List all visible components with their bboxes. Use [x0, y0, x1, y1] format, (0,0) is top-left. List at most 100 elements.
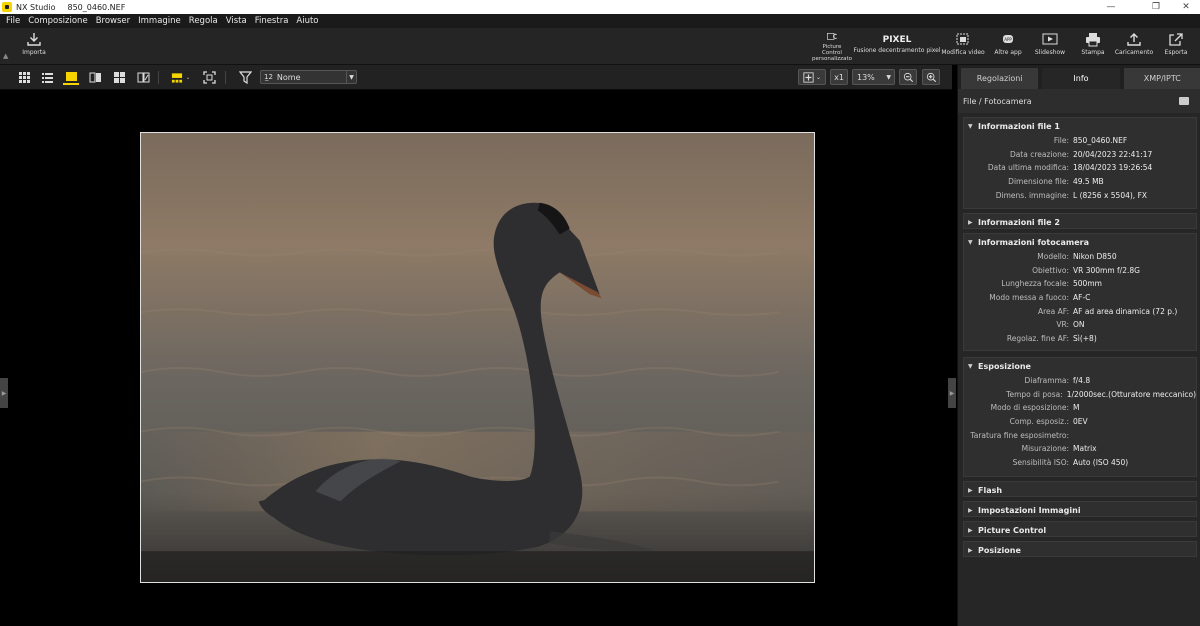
- section-header[interactable]: ▼ Informazioni fotocamera: [964, 234, 1196, 250]
- pixel-badge: PIXEL: [882, 35, 912, 45]
- menu-file[interactable]: File: [0, 16, 24, 26]
- section-file-info-2: ▶ Informazioni file 2: [963, 213, 1197, 229]
- other-apps-label: Altre app: [994, 49, 1022, 56]
- pixel-shift-button[interactable]: PIXEL Fusione decentramento pixel: [853, 32, 941, 62]
- filmstrip-dropdown-icon[interactable]: ⌄: [168, 70, 194, 85]
- section-image-settings: ▶ Impostazioni Immagini: [963, 501, 1197, 517]
- tab-xmp-iptc[interactable]: XMP/IPTC: [1123, 68, 1200, 89]
- printer-icon: [1086, 33, 1100, 47]
- print-button[interactable]: Stampa: [1078, 32, 1108, 62]
- app-name: NX Studio: [16, 2, 56, 12]
- upload-icon: [1127, 33, 1141, 46]
- info-row: Sensibilità ISO: Auto (ISO 450): [1012, 457, 1129, 467]
- list-view-icon[interactable]: [39, 70, 55, 85]
- upload-button[interactable]: Caricamento: [1114, 32, 1154, 62]
- info-row: Misurazione: Matrix: [1021, 444, 1097, 454]
- expanded-triangle-icon: ▼: [968, 362, 973, 370]
- section-exposure: ▼ Esposizione Diaframma: f/4.8 Tempo di po…: [963, 357, 1197, 477]
- movie-edit-icon: [956, 33, 969, 45]
- maximize-button[interactable]: ❐: [1142, 0, 1170, 14]
- slideshow-button[interactable]: Slideshow: [1033, 32, 1067, 62]
- tab-regolazioni[interactable]: Regolazioni: [961, 68, 1039, 89]
- zoom-chevron-icon: ▼: [886, 73, 891, 81]
- menu-regola[interactable]: Regola: [185, 16, 222, 26]
- section-header[interactable]: ▶ Impostazioni Immagini: [964, 502, 1196, 518]
- zoom-in-icon: [926, 72, 936, 82]
- add-frame-icon: [803, 71, 814, 83]
- info-panel: Regolazioni Info XMP/IPTC File / Fotocam…: [957, 65, 1200, 626]
- chevron-down-icon: ▼: [346, 71, 356, 83]
- menu-finestra[interactable]: Finestra: [251, 16, 293, 26]
- info-row: Tempo di posa: 1/2000sec.(Otturatore mecc…: [1006, 389, 1196, 399]
- zoom-in-button[interactable]: [922, 69, 940, 85]
- section-location: ▶ Posizione: [963, 541, 1197, 557]
- camera-icon[interactable]: [1179, 97, 1189, 105]
- info-row: Diaframma: f/4.8: [1024, 376, 1091, 386]
- grid-view-icon[interactable]: [16, 70, 32, 85]
- right-panel-toggle-icon[interactable]: ▶: [948, 378, 956, 408]
- photo-preview[interactable]: [140, 132, 815, 583]
- panel-header: File / Fotocamera: [958, 89, 1200, 113]
- info-row: Comp. esposiz.: 0EV: [1009, 417, 1088, 427]
- sort-select[interactable]: 1̲2 Nome ▼: [260, 70, 357, 84]
- collapsed-triangle-icon: ▶: [968, 546, 973, 554]
- zoom-select[interactable]: 13% ▼: [852, 69, 895, 85]
- import-button[interactable]: Importa: [18, 32, 50, 62]
- single-image-view-icon[interactable]: [63, 70, 79, 85]
- upload-label: Caricamento: [1114, 49, 1154, 56]
- print-label: Stampa: [1081, 49, 1105, 56]
- section-header[interactable]: ▶ Picture Control: [964, 522, 1196, 538]
- menu-immagine[interactable]: Immagine: [134, 16, 185, 26]
- tab-info[interactable]: Info: [1042, 68, 1120, 89]
- export-label: Esporta: [1164, 49, 1188, 56]
- zoom-out-icon: [903, 72, 913, 82]
- export-button[interactable]: Esporta: [1160, 32, 1192, 62]
- pixel-shift-label: Fusione decentramento pixel: [853, 47, 941, 54]
- edit-movie-label: Modifica video: [941, 49, 985, 56]
- collapse-arrow-icon[interactable]: ▲: [3, 52, 8, 60]
- menu-bar: File Composizione Browser Immagine Regol…: [0, 14, 1200, 28]
- section-header[interactable]: ▼ Informazioni file 1: [964, 118, 1196, 134]
- info-row: Taratura fine esposimetro:: [970, 430, 1069, 440]
- compare-two-view-icon[interactable]: [87, 70, 103, 85]
- section-picture-control: ▶ Picture Control: [963, 521, 1197, 537]
- info-row: Regolaz. fine AF: Sì(+8): [1006, 333, 1097, 343]
- section-header[interactable]: ▼ Esposizione: [964, 358, 1196, 374]
- zoom-value: 13%: [857, 72, 875, 82]
- info-row: Area AF: AF ad area dinamica (72 p.): [1037, 306, 1178, 316]
- info-row: Modo messa a fuoco: AF-C: [989, 293, 1091, 303]
- info-row: File: 850_0460.NEF: [1053, 136, 1128, 146]
- close-button[interactable]: ✕: [1172, 0, 1200, 14]
- menu-vista[interactable]: Vista: [222, 16, 251, 26]
- info-row: Data creazione: 20/04/2023 22:41:17: [1009, 149, 1153, 159]
- menu-aiuto[interactable]: Aiuto: [292, 16, 322, 26]
- section-header[interactable]: ▶ Posizione: [964, 542, 1196, 558]
- zoom-1x-button[interactable]: x1: [830, 69, 848, 85]
- info-row: Obiettivo: VR 300mm f/2.8G: [1032, 265, 1140, 275]
- collapsed-triangle-icon: ▶: [968, 526, 973, 534]
- display-mode-dropdown[interactable]: ⌄: [798, 69, 826, 85]
- minimize-button[interactable]: —: [1097, 0, 1125, 14]
- full-screen-icon[interactable]: [201, 70, 217, 85]
- section-flash: ▶ Flash: [963, 481, 1197, 497]
- title-bar: NX Studio 850_0460.NEF — ❐ ✕: [0, 0, 1200, 14]
- edit-movie-button[interactable]: Modifica video: [940, 32, 986, 62]
- import-icon: [27, 33, 41, 46]
- picture-control-button[interactable]: Picture Control personalizzato: [812, 32, 852, 62]
- menu-composizione[interactable]: Composizione: [24, 16, 91, 26]
- slideshow-icon: [1042, 33, 1058, 45]
- compare-four-view-icon[interactable]: [111, 70, 127, 85]
- before-after-view-icon[interactable]: [135, 70, 151, 85]
- menu-browser[interactable]: Browser: [92, 16, 134, 26]
- left-panel-toggle-icon[interactable]: ▶: [0, 378, 8, 408]
- info-row: Modo di esposizione: M: [990, 403, 1080, 413]
- expanded-triangle-icon: ▼: [968, 122, 973, 130]
- zoom-out-button[interactable]: [899, 69, 917, 85]
- panel-header-title: File / Fotocamera: [963, 96, 1032, 106]
- view-toolbar: ⌄ 1̲2 Nome ▼ ⌄ x1 13% ▼: [0, 65, 952, 90]
- section-header[interactable]: ▶ Informazioni file 2: [964, 214, 1196, 230]
- collapsed-triangle-icon: ▶: [968, 506, 973, 514]
- other-apps-button[interactable]: APP Altre app: [990, 32, 1026, 62]
- section-header[interactable]: ▶ Flash: [964, 482, 1196, 498]
- filter-icon[interactable]: [237, 70, 253, 85]
